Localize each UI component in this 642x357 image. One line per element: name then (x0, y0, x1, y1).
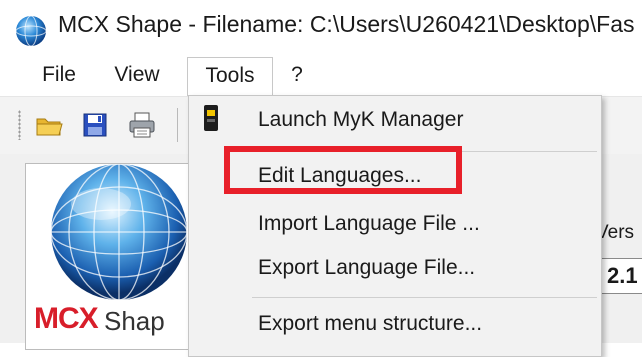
window-title: MCX Shape - Filename: C:\Users\U260421\D… (58, 11, 635, 37)
menu-help[interactable]: ? (284, 57, 310, 93)
highlight-box (224, 146, 462, 194)
logo-text-mcx: MCX (34, 302, 99, 335)
app-globe-icon (15, 15, 47, 47)
toolbar-separator (177, 108, 178, 142)
print-icon[interactable] (127, 110, 157, 140)
menu-separator (252, 297, 597, 298)
menu-file[interactable]: File (30, 57, 88, 93)
menu-bar (0, 56, 642, 96)
toolbar-grip[interactable] (18, 110, 21, 140)
save-icon[interactable] (80, 110, 110, 140)
menu-item-import-language-file[interactable]: Import Language File ... (258, 212, 480, 236)
version-field: 2.1 (596, 258, 642, 294)
logo-text-shape: Shap (104, 306, 165, 336)
menu-item-launch-myk-manager[interactable]: Launch MyK Manager (258, 108, 463, 132)
myk-device-icon (204, 105, 218, 131)
menu-item-export-menu-structure[interactable]: Export menu structure... (258, 312, 482, 336)
open-folder-icon[interactable] (34, 110, 64, 140)
menu-tools[interactable]: Tools (187, 57, 273, 96)
menu-item-export-language-file[interactable]: Export Language File... (258, 256, 475, 280)
menu-view[interactable]: View (102, 57, 172, 93)
